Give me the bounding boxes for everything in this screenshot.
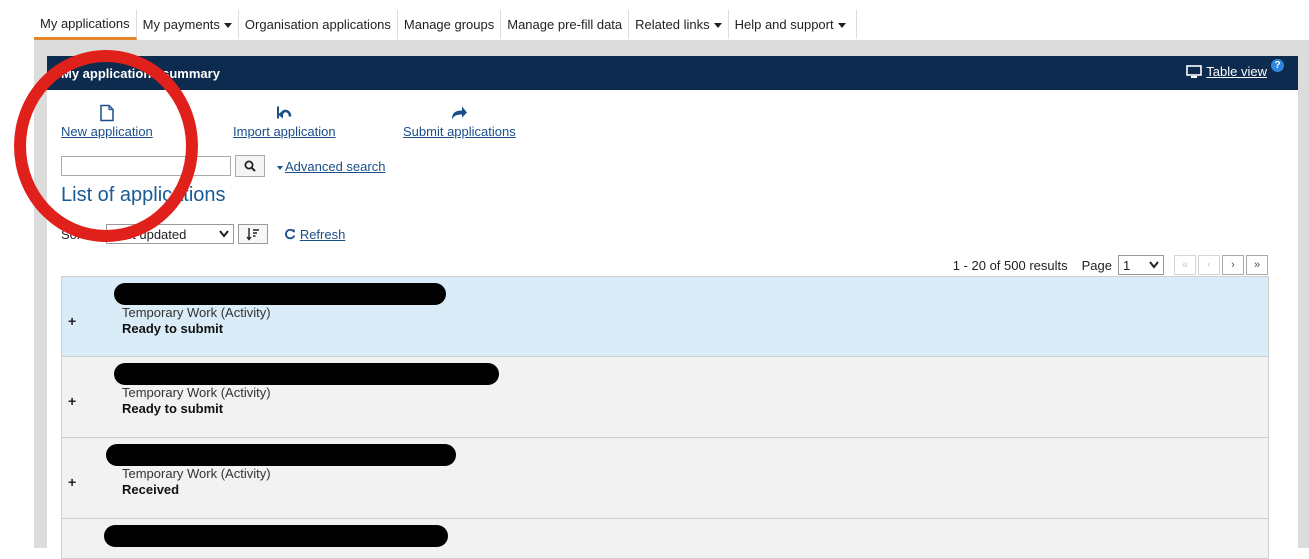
previous-page-button[interactable]: ‹ bbox=[1198, 255, 1220, 275]
tab-help-and-support[interactable]: Help and support bbox=[728, 10, 857, 39]
caret-down-icon bbox=[277, 165, 283, 170]
new-document-icon bbox=[100, 104, 114, 122]
list-item[interactable] bbox=[61, 519, 1269, 559]
refresh-icon bbox=[285, 228, 296, 239]
advanced-search-link[interactable]: Advanced search bbox=[277, 159, 385, 174]
table-view-label: Table view bbox=[1206, 64, 1267, 79]
chevron-down-icon bbox=[1149, 261, 1159, 269]
new-application-label: New application bbox=[61, 124, 153, 139]
applications-summary-panel: My applications summary Table view ? New… bbox=[47, 56, 1298, 559]
caret-down-icon bbox=[837, 23, 846, 29]
tab-label: My applications bbox=[40, 16, 130, 31]
import-application-button[interactable]: Import application bbox=[233, 104, 336, 139]
sort-controls: Sort by Last updated Refresh bbox=[61, 224, 345, 244]
applications-list: + Temporary Work (Activity) Ready to sub… bbox=[61, 276, 1269, 559]
redacted-name bbox=[104, 525, 448, 547]
caret-down-icon bbox=[223, 23, 232, 29]
application-type: Temporary Work (Activity) bbox=[122, 466, 271, 481]
tab-organisation-applications[interactable]: Organisation applications bbox=[238, 10, 398, 39]
application-status: Ready to submit bbox=[122, 401, 224, 416]
import-application-label: Import application bbox=[233, 124, 336, 139]
pagination: 1 - 20 of 500 results Page 1 « ‹ › » bbox=[953, 255, 1268, 275]
application-status: Received bbox=[122, 482, 180, 497]
tab-label: Related links bbox=[635, 17, 710, 32]
list-title: List of applications bbox=[61, 184, 226, 206]
expand-icon[interactable]: + bbox=[68, 474, 76, 490]
last-page-button[interactable]: » bbox=[1246, 255, 1268, 275]
list-item[interactable]: + Temporary Work (Activity) Ready to sub… bbox=[61, 276, 1269, 357]
page-select[interactable]: 1 bbox=[1118, 255, 1164, 275]
tab-my-payments[interactable]: My payments bbox=[136, 10, 239, 39]
submit-applications-label: Submit applications bbox=[403, 124, 516, 139]
application-type: Temporary Work (Activity) bbox=[122, 305, 271, 320]
refresh-link[interactable]: Refresh bbox=[284, 227, 345, 242]
import-icon bbox=[277, 106, 292, 119]
redacted-name bbox=[106, 444, 456, 466]
application-type: Temporary Work (Activity) bbox=[122, 385, 271, 400]
tab-manage-prefill-data[interactable]: Manage pre-fill data bbox=[501, 10, 630, 39]
first-page-button[interactable]: « bbox=[1174, 255, 1196, 275]
share-forward-icon bbox=[452, 106, 468, 120]
expand-icon[interactable]: + bbox=[68, 313, 76, 329]
application-status: Ready to submit bbox=[122, 321, 224, 336]
search-button[interactable] bbox=[235, 155, 265, 177]
search-icon bbox=[244, 160, 256, 172]
caret-down-icon bbox=[713, 23, 722, 29]
page-label: Page bbox=[1081, 257, 1112, 273]
new-application-button[interactable]: New application bbox=[61, 104, 153, 139]
sort-value: Last updated bbox=[111, 226, 187, 242]
next-page-button[interactable]: › bbox=[1222, 255, 1244, 275]
refresh-label: Refresh bbox=[299, 226, 346, 242]
panel-header: My applications summary Table view ? bbox=[47, 56, 1298, 90]
sort-direction-button[interactable] bbox=[238, 224, 269, 244]
page-buttons: « ‹ › » bbox=[1174, 255, 1268, 275]
tab-my-applications[interactable]: My applications bbox=[34, 10, 137, 40]
advanced-search-label: Advanced search bbox=[285, 159, 386, 174]
help-icon[interactable]: ? bbox=[1271, 59, 1284, 72]
tab-label: Manage groups bbox=[403, 17, 495, 32]
page-value: 1 bbox=[1123, 257, 1131, 273]
tab-label: Manage pre-fill data bbox=[507, 17, 623, 32]
tab-manage-groups[interactable]: Manage groups bbox=[397, 10, 502, 39]
search-input[interactable] bbox=[61, 156, 231, 176]
tab-label: Organisation applications bbox=[244, 17, 391, 32]
results-count: 1 - 20 of 500 results bbox=[952, 257, 1068, 273]
redacted-name bbox=[114, 363, 499, 385]
table-view-link[interactable]: Table view ? bbox=[1186, 59, 1284, 79]
top-navigation: My applications My payments Organisation… bbox=[34, 10, 857, 41]
tab-label: Help and support bbox=[734, 17, 834, 32]
monitor-icon bbox=[1186, 64, 1203, 78]
list-item[interactable]: + Temporary Work (Activity) Received bbox=[61, 438, 1269, 519]
submit-applications-button[interactable]: Submit applications bbox=[403, 104, 516, 139]
expand-icon[interactable]: + bbox=[68, 393, 76, 409]
redacted-name bbox=[114, 283, 446, 305]
sort-label: Sort by bbox=[61, 226, 103, 242]
sort-descending-icon bbox=[246, 228, 260, 241]
tab-related-links[interactable]: Related links bbox=[629, 10, 729, 39]
chevron-down-icon bbox=[219, 230, 229, 238]
panel-title: My applications summary bbox=[61, 66, 220, 81]
tab-label: My payments bbox=[142, 17, 220, 32]
list-item[interactable]: + Temporary Work (Activity) Ready to sub… bbox=[61, 357, 1269, 438]
sort-select[interactable]: Last updated bbox=[106, 224, 235, 244]
